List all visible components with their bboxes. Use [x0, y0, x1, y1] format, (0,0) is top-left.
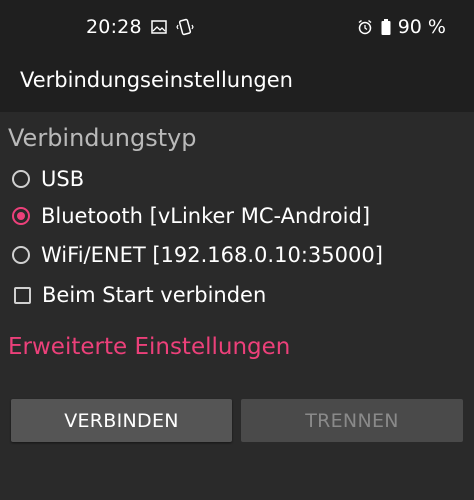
radio-button-icon[interactable]	[12, 246, 30, 264]
autoconnect-checkbox-row[interactable]: Beim Start verbinden	[14, 278, 266, 312]
advanced-settings-link[interactable]: Erweiterte Einstellungen	[8, 334, 290, 360]
radio-button-checked-icon[interactable]	[12, 207, 30, 225]
radio-wifi-label: WiFi/ENET [192.168.0.10:35000]	[41, 243, 383, 267]
connect-button[interactable]: VERBINDEN	[11, 399, 232, 442]
radio-button-icon[interactable]	[12, 170, 30, 188]
alarm-icon	[356, 18, 374, 36]
status-right: 90 %	[356, 16, 446, 38]
status-bar: 20:28 90 %	[0, 0, 474, 56]
connection-settings-screen: 20:28 90 % Verbindungseinstellungen Verb…	[0, 0, 474, 500]
page-title: Verbindungseinstellungen	[20, 68, 293, 92]
autoconnect-label: Beim Start verbinden	[42, 283, 267, 307]
image-icon	[150, 18, 168, 36]
radio-wifi-enet[interactable]: WiFi/ENET [192.168.0.10:35000]	[12, 238, 383, 272]
toolbar: Verbindungseinstellungen	[0, 56, 474, 112]
radio-usb-label: USB	[41, 167, 85, 191]
status-left: 20:28	[86, 16, 194, 38]
vibrate-icon	[176, 18, 194, 36]
checkbox-icon[interactable]	[14, 286, 31, 304]
status-time: 20:28	[86, 16, 142, 38]
battery-percentage: 90 %	[397, 16, 446, 38]
radio-bluetooth[interactable]: Bluetooth [vLinker MC-Android]	[12, 199, 370, 233]
disconnect-button[interactable]: TRENNEN	[241, 399, 463, 442]
section-title-connection-type: Verbindungstyp	[8, 124, 197, 152]
radio-usb[interactable]: USB	[12, 162, 84, 196]
battery-icon	[380, 18, 392, 36]
radio-bluetooth-label: Bluetooth [vLinker MC-Android]	[41, 204, 371, 228]
